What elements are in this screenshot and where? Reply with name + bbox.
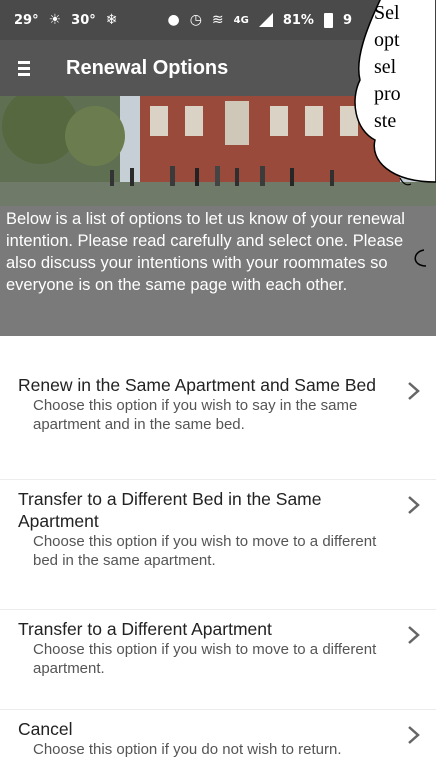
location-icon: ● [167, 12, 180, 28]
page-title: Renewal Options [66, 56, 229, 79]
weather-icon: ☀ [48, 12, 62, 28]
option-title: Transfer to a Different Apartment [18, 619, 272, 639]
option-cancel[interactable]: Cancel Choose this option if you do not … [0, 710, 436, 780]
option-description: Choose this option if you wish to move t… [33, 533, 377, 569]
alarm-icon: ◷ [189, 12, 202, 28]
callout-bubble: Sel opt sel pro ste [345, 0, 436, 190]
chevron-right-icon[interactable] [406, 724, 422, 746]
network-label: 4G [233, 14, 249, 26]
option-transfer-different-apartment[interactable]: Transfer to a Different Apartment Choose… [0, 610, 436, 710]
option-title: Cancel [18, 719, 73, 739]
hamburger-menu-icon[interactable] [18, 59, 40, 77]
option-title: Transfer to a Different Bed in the Same … [18, 489, 322, 531]
callout-tail-icon [414, 249, 427, 267]
option-transfer-different-bed[interactable]: Transfer to a Different Bed in the Same … [0, 480, 436, 610]
chevron-right-icon[interactable] [406, 494, 422, 516]
battery-icon [323, 12, 333, 28]
callout-line: sel [374, 56, 397, 78]
callout-line: opt [374, 29, 400, 51]
temperature-2: 30° [71, 12, 96, 28]
battery-percent: 81% [282, 12, 314, 28]
option-description: Choose this option if you do not wish to… [33, 741, 342, 758]
option-title: Renew in the Same Apartment and Same Bed [18, 375, 376, 395]
callout-line: pro [374, 83, 401, 105]
temperature-1: 29° [14, 12, 39, 28]
option-renew-same-bed[interactable]: Renew in the Same Apartment and Same Bed… [0, 366, 436, 480]
renewal-options-list: Renew in the Same Apartment and Same Bed… [0, 366, 436, 780]
option-description: Choose this option if you wish to move t… [33, 641, 377, 677]
signal-icon [258, 13, 273, 27]
chevron-right-icon[interactable] [406, 380, 422, 402]
callout-line: ste [374, 110, 397, 132]
snowflake-icon: ❄ [105, 12, 118, 28]
intro-text: Below is a list of options to let us kno… [0, 206, 436, 336]
option-description: Choose this option if you wish to say in… [33, 397, 358, 433]
callout-line: Sel [374, 2, 400, 24]
wifi-icon: ≋ [211, 12, 224, 28]
chevron-right-icon[interactable] [406, 624, 422, 646]
